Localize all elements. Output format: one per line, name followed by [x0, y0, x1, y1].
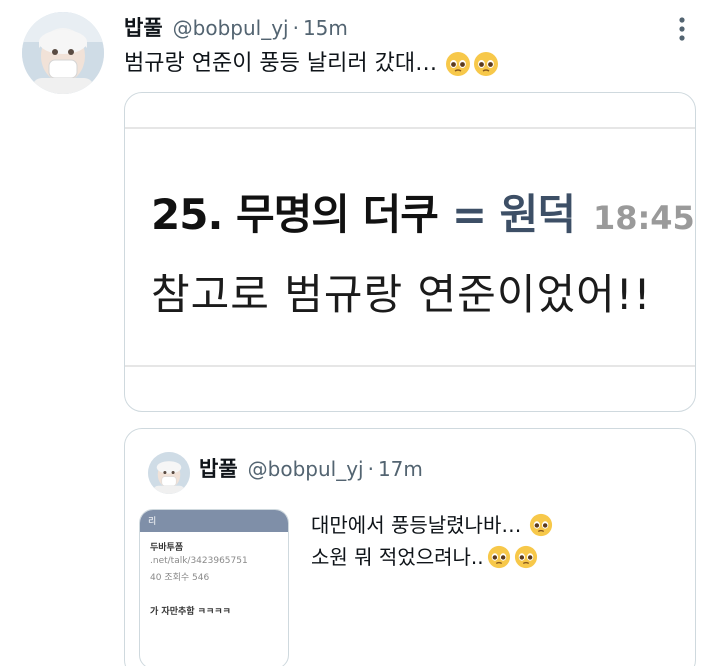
media-accent: = 원덕: [451, 190, 576, 239]
thumb-line: .net/talk/3423965751: [150, 556, 248, 566]
quoted-timestamp: 17m: [377, 457, 423, 481]
thumb-line: 두바투폼: [150, 543, 184, 553]
tweet-text: 범규랑 연준이 풍등 날리러 갔대…: [124, 50, 499, 78]
quoted-text-line: 소원 뭐 적었으려나..: [311, 545, 484, 569]
quoted-media-thumbnail[interactable]: 리 두바투폼 .net/talk/3423965751 40 조회수 546 가…: [139, 509, 289, 666]
quoted-tweet-text: 대만에서 풍등날렸나바… 소원 뭐 적었으려나..: [311, 509, 553, 573]
thumb-header-bar: 리: [140, 510, 288, 532]
divider: [125, 127, 695, 129]
author-handle[interactable]: @bobpul_yj: [173, 16, 289, 40]
more-vertical-icon[interactable]: [672, 14, 692, 44]
separator-dot: ·: [292, 16, 299, 40]
tweet-text-body: 범규랑 연준이 풍등 날리러 갔대…: [124, 51, 438, 76]
avatar-photo: [148, 452, 190, 494]
pleading-face-icon: [529, 513, 553, 537]
quoted-avatar[interactable]: [148, 452, 190, 494]
avatar-photo: [22, 12, 104, 94]
pleading-face-icon: [514, 545, 538, 569]
quoted-tweet-header: 밥풀 @bobpul_yj · 17m: [199, 453, 423, 483]
divider: [125, 365, 695, 367]
pleading-face-icon: [487, 545, 511, 569]
quoted-author-name: 밥풀: [199, 457, 238, 481]
tweet-header: 밥풀 @bobpul_yj · 15m: [124, 12, 348, 42]
pleading-face-icon: [473, 51, 499, 77]
quoted-text-line: 대만에서 풍등날렸나바…: [311, 513, 522, 537]
timestamp[interactable]: 15m: [303, 16, 348, 40]
media-image[interactable]: 25. 무명의 더쿠 = 원덕 18:45 참고로 범규랑 연준이었어!!: [124, 92, 696, 412]
quoted-tweet[interactable]: 밥풀 @bobpul_yj · 17m 리 두바투폼 .net/talk/342…: [124, 428, 696, 666]
separator-dot: ·: [367, 457, 374, 481]
media-line2: 참고로 범규랑 연준이었어!!: [151, 270, 652, 319]
avatar[interactable]: [22, 12, 104, 94]
author-name[interactable]: 밥풀: [124, 12, 163, 42]
quoted-author-handle: @bobpul_yj: [247, 457, 364, 481]
thumb-line: 40 조회수 546: [150, 573, 210, 583]
media-line1: 25. 무명의 더쿠 = 원덕 18:45: [151, 181, 695, 242]
thumb-line: 가 자만추함 ㅋㅋㅋㅋ: [150, 607, 231, 617]
pleading-face-icon: [445, 51, 471, 77]
thumb-header-text: 리: [148, 517, 157, 527]
media-time: 18:45: [592, 199, 695, 237]
tweet[interactable]: 밥풀 @bobpul_yj · 15m 범규랑 연준이 풍등 날리러 갔대… 2…: [0, 0, 720, 666]
media-title: 25. 무명의 더쿠: [151, 190, 439, 239]
